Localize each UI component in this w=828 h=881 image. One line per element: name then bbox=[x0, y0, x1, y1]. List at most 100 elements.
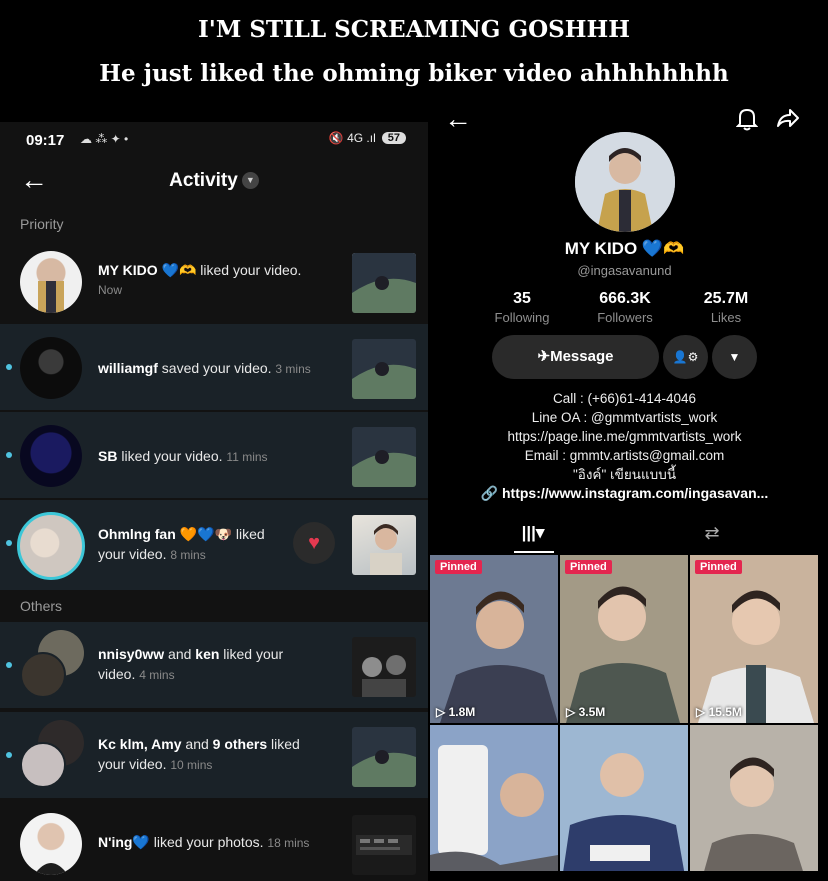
activity-row-text: Ohmlng fan 🧡💙🐶 liked your video. 8 mins bbox=[98, 524, 318, 565]
video-thumbnail[interactable] bbox=[352, 253, 416, 313]
view-count: ▷ 15.5M bbox=[696, 705, 742, 719]
battery-icon: 57 bbox=[381, 132, 406, 144]
video-thumbnail[interactable] bbox=[352, 515, 416, 575]
activity-row-text: Kc klm, Amy and 9 others liked your vide… bbox=[98, 734, 318, 775]
video-thumbnail[interactable] bbox=[352, 427, 416, 487]
profile-avatar[interactable] bbox=[575, 132, 675, 232]
video-thumbnail[interactable] bbox=[352, 339, 416, 399]
video-tile-2[interactable]: Pinned ▷ 3.5M bbox=[560, 555, 688, 723]
pinned-badge: Pinned bbox=[695, 560, 742, 574]
bio-line: https://page.line.me/gmmtvartists_work bbox=[507, 429, 742, 444]
row-action-cont: video. bbox=[98, 666, 136, 682]
unread-dot bbox=[6, 662, 12, 668]
activity-row-1[interactable]: MY KIDO 💙🫶 liked your video. Now bbox=[0, 238, 428, 324]
tab-reposts[interactable]: ⇄ bbox=[692, 523, 732, 544]
avatar[interactable] bbox=[20, 337, 82, 399]
row-action: liked bbox=[231, 526, 265, 542]
row-username[interactable]: SB bbox=[98, 448, 117, 464]
stat-value: 25.7M bbox=[703, 290, 749, 307]
row-username-2[interactable]: ken bbox=[195, 646, 219, 662]
activity-row-2[interactable]: williamgf saved your video. 3 mins bbox=[0, 324, 428, 410]
unread-dot bbox=[6, 452, 12, 458]
more-button[interactable]: ▼ bbox=[712, 335, 757, 379]
status-time: 09:17 bbox=[26, 132, 65, 149]
row-action-2: liked bbox=[267, 736, 300, 752]
tab-videos[interactable]: |||▾ bbox=[508, 523, 558, 543]
message-button-label: Message bbox=[550, 348, 614, 365]
add-user-icon: 👤⚙ bbox=[672, 350, 699, 364]
row-time: 3 mins bbox=[275, 362, 311, 376]
activity-row-text: N'ing💙 liked your photos. 18 mins bbox=[98, 832, 318, 853]
avatar-secondary[interactable] bbox=[20, 652, 66, 698]
profile-link[interactable]: 🔗 https://www.instagram.com/ingasavan... bbox=[430, 485, 819, 502]
chevron-down-icon[interactable]: ▼ bbox=[241, 172, 259, 190]
row-time: Now bbox=[98, 283, 123, 297]
activity-row-text: williamgf saved your video. 3 mins bbox=[98, 358, 318, 379]
caption-line-2: He just liked the ohming biker video ahh… bbox=[99, 60, 729, 87]
activity-title[interactable]: Activity ▼ bbox=[0, 170, 428, 192]
avatar-secondary[interactable] bbox=[20, 742, 66, 788]
row-time: 4 mins bbox=[139, 668, 175, 682]
row-username-2[interactable]: 9 others bbox=[213, 736, 267, 752]
video-tile-6[interactable] bbox=[690, 725, 818, 871]
activity-row-text: MY KIDO 💙🫶 liked your video. Now bbox=[98, 260, 318, 300]
message-button[interactable]: ✈Message bbox=[492, 335, 659, 379]
activity-screen: 09:17 ☁ ⁂ ✦ • 🔇 4G .ıl 57 ← Activity ▼ Pr… bbox=[0, 122, 428, 881]
status-bar: 09:17 ☁ ⁂ ✦ • 🔇 4G .ıl 57 bbox=[0, 122, 428, 162]
avatar[interactable] bbox=[20, 813, 82, 875]
row-action-cont: your video. bbox=[98, 546, 167, 562]
row-username[interactable]: N'ing💙 bbox=[98, 834, 150, 850]
row-username[interactable]: williamgf bbox=[98, 360, 158, 376]
status-right-icons: 🔇 4G .ıl 57 bbox=[329, 131, 406, 145]
stat-following[interactable]: 35 Following bbox=[467, 290, 577, 325]
bio-line: "อิงค์" เขียนแบบนี้ bbox=[572, 467, 677, 482]
section-others: Others bbox=[20, 598, 63, 614]
send-icon: ✈ bbox=[537, 348, 551, 365]
row-username[interactable]: Ohmlng fan 🧡💙🐶 bbox=[98, 526, 232, 542]
avatar[interactable] bbox=[20, 251, 82, 313]
activity-row-7[interactable]: N'ing💙 liked your photos. 18 mins bbox=[0, 800, 428, 881]
stat-label: Likes bbox=[710, 310, 742, 325]
add-friend-button[interactable]: 👤⚙ bbox=[663, 335, 708, 379]
share-icon[interactable] bbox=[776, 107, 800, 135]
arrow-left-icon[interactable]: ← bbox=[444, 105, 472, 133]
row-action: and bbox=[164, 646, 196, 662]
stat-likes[interactable]: 25.7M Likes bbox=[671, 290, 781, 325]
video-tile-1[interactable]: Pinned ▷ 1.8M bbox=[430, 555, 558, 723]
activity-row-6[interactable]: Kc klm, Amy and 9 others liked your vide… bbox=[0, 712, 428, 798]
video-thumbnail[interactable] bbox=[352, 637, 416, 697]
activity-row-3[interactable]: SB liked your video. 11 mins bbox=[0, 412, 428, 498]
activity-row-4[interactable]: Ohmlng fan 🧡💙🐶 liked your video. 8 mins … bbox=[0, 500, 428, 590]
video-tile-5[interactable] bbox=[560, 725, 688, 871]
view-count: ▷ 3.5M bbox=[566, 705, 606, 719]
row-action-cont: your video. bbox=[98, 756, 167, 772]
stat-followers[interactable]: 666.3K Followers bbox=[570, 290, 680, 325]
video-tile-4[interactable] bbox=[430, 725, 558, 871]
avatar[interactable] bbox=[20, 425, 82, 487]
section-priority: Priority bbox=[20, 216, 64, 232]
activity-title-text: Activity bbox=[169, 170, 238, 191]
row-username[interactable]: MY KIDO 💙🫶 bbox=[98, 262, 196, 278]
row-username[interactable]: nnisy0ww bbox=[98, 646, 164, 662]
photo-thumbnail[interactable] bbox=[352, 815, 416, 875]
bio-line: Call : (+66)61-414-4046 bbox=[553, 391, 696, 406]
video-tile-3[interactable]: Pinned ▷ 15.5M bbox=[690, 555, 818, 723]
video-thumbnail[interactable] bbox=[352, 727, 416, 787]
row-username[interactable]: Kc klm, Amy bbox=[98, 736, 182, 752]
bell-icon[interactable] bbox=[735, 107, 759, 137]
heart-icon[interactable]: ♥ bbox=[293, 522, 335, 564]
row-action-2: liked your bbox=[219, 646, 284, 662]
profile-bio: Call : (+66)61-414-4046 Line OA : @gmmtv… bbox=[430, 389, 819, 484]
unread-dot bbox=[6, 364, 12, 370]
pinned-badge: Pinned bbox=[565, 560, 612, 574]
tab-indicator bbox=[514, 551, 554, 553]
profile-screen: ← MY KIDO 💙🫶 @ingasavanund 35 Following … bbox=[430, 95, 819, 871]
row-action: and bbox=[181, 736, 213, 752]
activity-header: ← Activity ▼ bbox=[0, 162, 428, 206]
chevron-down-icon: ▼ bbox=[728, 350, 741, 364]
stat-label: Following bbox=[494, 310, 550, 325]
activity-row-5[interactable]: nnisy0ww and ken liked your video. 4 min… bbox=[0, 622, 428, 708]
pinned-badge: Pinned bbox=[435, 560, 482, 574]
row-action: liked your photos. bbox=[149, 834, 264, 850]
avatar[interactable] bbox=[17, 512, 85, 580]
